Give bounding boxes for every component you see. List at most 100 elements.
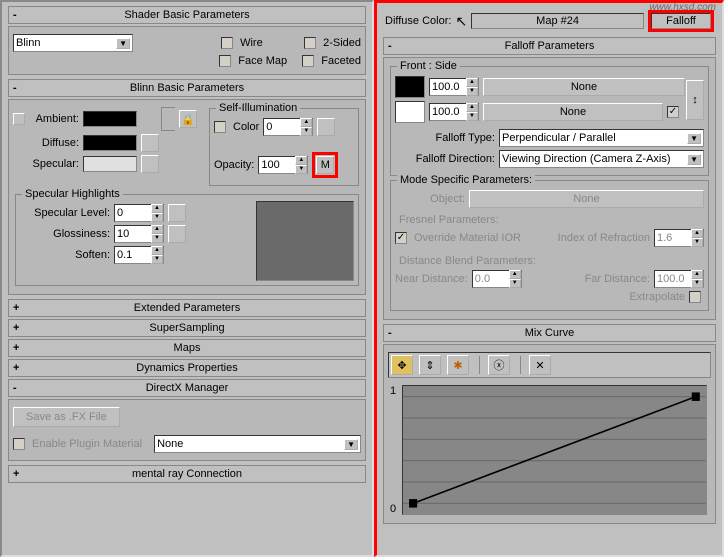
front-color-swatch[interactable]: [395, 76, 425, 98]
add-point-icon[interactable]: ✱: [447, 355, 469, 375]
soften-spinner[interactable]: ▲▼: [114, 246, 164, 264]
falloff-map-panel: www.hxsd.com Diffuse Color: ↖ Map #24 Fa…: [374, 0, 724, 557]
specular-label: Specular:: [29, 158, 79, 170]
object-button: None: [469, 190, 704, 208]
falloff-type-dropdown[interactable]: Perpendicular / Parallel: [499, 129, 704, 147]
facemap-checkbox[interactable]: [219, 55, 231, 67]
shader-basic-header[interactable]: - Shader Basic Parameters: [8, 6, 366, 24]
color-label: Color: [233, 121, 259, 133]
mix-curve-header[interactable]: -Mix Curve: [383, 324, 716, 342]
lock-bracket: [161, 107, 175, 131]
curve-editor[interactable]: [402, 385, 707, 515]
dynamics-header[interactable]: +Dynamics Properties: [8, 359, 366, 377]
soften-value[interactable]: [115, 248, 151, 262]
specular-swatch[interactable]: [83, 156, 137, 172]
color-value[interactable]: [264, 120, 300, 134]
diffuse-map-button[interactable]: [141, 134, 159, 152]
color-checkbox[interactable]: [214, 121, 226, 133]
override-ior-checkbox: [395, 232, 407, 244]
side-amount-spinner[interactable]: ▲▼: [429, 103, 479, 121]
blinn-basic-header[interactable]: - Blinn Basic Parameters: [8, 79, 366, 97]
wire-label: Wire: [240, 37, 300, 49]
ior-value: [655, 231, 691, 245]
front-amount-value[interactable]: [430, 80, 466, 94]
header-label: Dynamics Properties: [136, 362, 237, 374]
y-axis-0: 0: [390, 503, 396, 515]
map-name-field[interactable]: Map #24: [471, 13, 644, 29]
self-illum-title: Self-Illumination: [216, 102, 300, 114]
spec-level-value[interactable]: [115, 206, 151, 220]
separator: [520, 356, 521, 374]
header-label: Shader Basic Parameters: [124, 9, 249, 21]
spec-level-label: Specular Level:: [20, 207, 110, 219]
two-sided-checkbox[interactable]: [304, 37, 316, 49]
far-dist-spinner: ▲▼: [654, 270, 704, 288]
opacity-map-button[interactable]: M: [316, 156, 334, 174]
falloff-params-header[interactable]: -Falloff Parameters: [383, 37, 716, 55]
curve-svg: [403, 386, 706, 514]
header-label: Extended Parameters: [134, 302, 240, 314]
side-color-swatch[interactable]: [395, 101, 425, 123]
highlight-preview: [256, 201, 354, 281]
opacity-value[interactable]: [259, 158, 295, 172]
side-enable-checkbox[interactable]: [667, 106, 679, 118]
map-type-button[interactable]: Falloff: [651, 13, 711, 29]
ambient-swatch[interactable]: [83, 111, 137, 127]
opacity-spinner[interactable]: ▲▼: [258, 156, 308, 174]
glossiness-spinner[interactable]: ▲▼: [114, 225, 164, 243]
collapse-icon: -: [13, 82, 17, 94]
scale-tool-icon[interactable]: ⇕: [419, 355, 441, 375]
header-label: Blinn Basic Parameters: [130, 82, 244, 94]
mentalray-header[interactable]: +mental ray Connection: [8, 465, 366, 483]
delete-point-icon[interactable]: ⓧ: [488, 355, 510, 375]
extrapolate-checkbox: [689, 291, 701, 303]
selfillum-map-button[interactable]: [317, 118, 335, 136]
spec-level-spinner[interactable]: ▲▼: [114, 204, 164, 222]
shader-type-value: Blinn: [16, 37, 40, 49]
spec-level-map-button[interactable]: [168, 204, 186, 222]
ambient-lock-button[interactable]: 🔒: [179, 110, 197, 128]
blinn-basic-body: Ambient: 🔒 Diffuse: Specular:: [8, 99, 366, 295]
object-label: Object:: [395, 193, 465, 205]
glossiness-value[interactable]: [115, 227, 151, 241]
override-ior-label: Override Material IOR: [414, 232, 521, 244]
swap-button[interactable]: ↕: [686, 80, 704, 120]
nav-arrow-icon[interactable]: ↖: [455, 13, 467, 30]
color-spinner[interactable]: ▲▼: [263, 118, 313, 136]
maps-header[interactable]: +Maps: [8, 339, 366, 357]
header-label: DirectX Manager: [146, 382, 229, 394]
directx-header[interactable]: -DirectX Manager: [8, 379, 366, 397]
opacity-label: Opacity:: [214, 159, 254, 171]
facemap-label: Face Map: [238, 55, 298, 67]
far-dist-label: Far Distance:: [585, 273, 650, 285]
ior-label: Index of Refraction: [558, 232, 650, 244]
diffuse-swatch[interactable]: [83, 135, 137, 151]
reset-curve-icon[interactable]: ✕: [529, 355, 551, 375]
wire-checkbox[interactable]: [221, 37, 233, 49]
faceted-checkbox[interactable]: [302, 55, 314, 67]
supersampling-header[interactable]: +SuperSampling: [8, 319, 366, 337]
specular-map-button[interactable]: [141, 155, 159, 173]
side-map-button[interactable]: None: [483, 103, 663, 121]
plugin-value: None: [157, 438, 183, 450]
falloff-type-label: Falloff Type:: [395, 132, 495, 144]
shader-type-dropdown[interactable]: Blinn: [13, 34, 133, 52]
side-amount-value[interactable]: [430, 105, 466, 119]
fresnel-label: Fresnel Parameters:: [399, 214, 704, 226]
glossiness-map-button[interactable]: [168, 225, 186, 243]
lock-icon[interactable]: [13, 113, 25, 125]
extended-header[interactable]: +Extended Parameters: [8, 299, 366, 317]
front-amount-spinner[interactable]: ▲▼: [429, 78, 479, 96]
plugin-dropdown[interactable]: None: [154, 435, 361, 453]
falloff-params-body: Front : Side ▲▼ None ▲▼ None ↕ Falloff T…: [383, 57, 716, 320]
enable-plugin-checkbox[interactable]: [13, 438, 25, 450]
header-label: SuperSampling: [149, 322, 224, 334]
watermark-text: www.hxsd.com: [649, 2, 716, 13]
save-fx-button[interactable]: Save as .FX File: [13, 407, 120, 427]
move-tool-icon[interactable]: ✥: [391, 355, 413, 375]
front-map-button[interactable]: None: [483, 78, 685, 96]
near-dist-value: [473, 272, 509, 286]
enable-plugin-label: Enable Plugin Material: [32, 438, 142, 450]
opacity-map-highlight: M: [312, 152, 338, 178]
falloff-dir-dropdown[interactable]: Viewing Direction (Camera Z-Axis): [499, 150, 704, 168]
